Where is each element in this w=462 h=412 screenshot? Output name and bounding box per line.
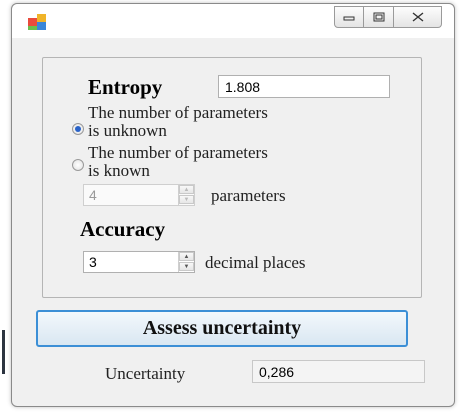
background-edge xyxy=(2,330,5,374)
parameters-down-icon[interactable]: ▼ xyxy=(179,195,194,204)
assess-uncertainty-button[interactable]: Assess uncertainty xyxy=(36,310,408,347)
parameters-up-icon[interactable]: ▲ xyxy=(179,185,194,194)
parameters-label: parameters xyxy=(211,186,286,205)
accuracy-heading: Accuracy xyxy=(80,217,166,241)
maximize-button[interactable] xyxy=(364,6,394,28)
accuracy-stepper-value: 3 xyxy=(89,254,97,270)
radio-parameters-unknown[interactable] xyxy=(72,123,84,135)
accuracy-up-icon[interactable]: ▲ xyxy=(179,252,194,261)
radio-unknown-label-line1: The number of parameters xyxy=(88,103,268,122)
radio-known-label-line1: The number of parameters xyxy=(88,143,268,162)
accuracy-spin-buttons[interactable]: ▲ ▼ xyxy=(178,252,194,272)
maximize-icon xyxy=(373,12,384,22)
radio-parameters-known[interactable] xyxy=(72,159,84,171)
settings-group: Entropy 1.808 The number of parameters i… xyxy=(42,57,422,298)
uncertainty-label: Uncertainty xyxy=(105,364,186,383)
title-bar[interactable] xyxy=(12,4,454,38)
minimize-button[interactable] xyxy=(334,6,364,28)
accuracy-stepper[interactable]: 3 ▲ ▼ xyxy=(83,251,195,273)
accuracy-down-icon[interactable]: ▼ xyxy=(179,262,194,271)
app-window: Entropy 1.808 The number of parameters i… xyxy=(11,3,455,407)
entropy-heading: Entropy xyxy=(88,75,163,99)
form-client-area: Entropy 1.808 The number of parameters i… xyxy=(18,40,448,400)
decimal-places-label: decimal places xyxy=(205,253,306,272)
minimize-icon xyxy=(343,16,355,21)
parameters-stepper-value: 4 xyxy=(89,187,97,203)
window-controls xyxy=(334,6,442,28)
radio-unknown-label-line2: is unknown xyxy=(88,121,167,140)
close-icon xyxy=(412,12,423,22)
radio-known-label-line2: is known xyxy=(88,161,150,180)
uncertainty-output[interactable]: 0,286 xyxy=(252,360,425,383)
form-icon xyxy=(28,14,46,30)
parameters-spin-buttons[interactable]: ▲ ▼ xyxy=(178,185,194,205)
parameters-stepper[interactable]: 4 ▲ ▼ xyxy=(83,184,195,206)
entropy-input[interactable]: 1.808 xyxy=(218,75,390,98)
close-button[interactable] xyxy=(394,6,442,28)
